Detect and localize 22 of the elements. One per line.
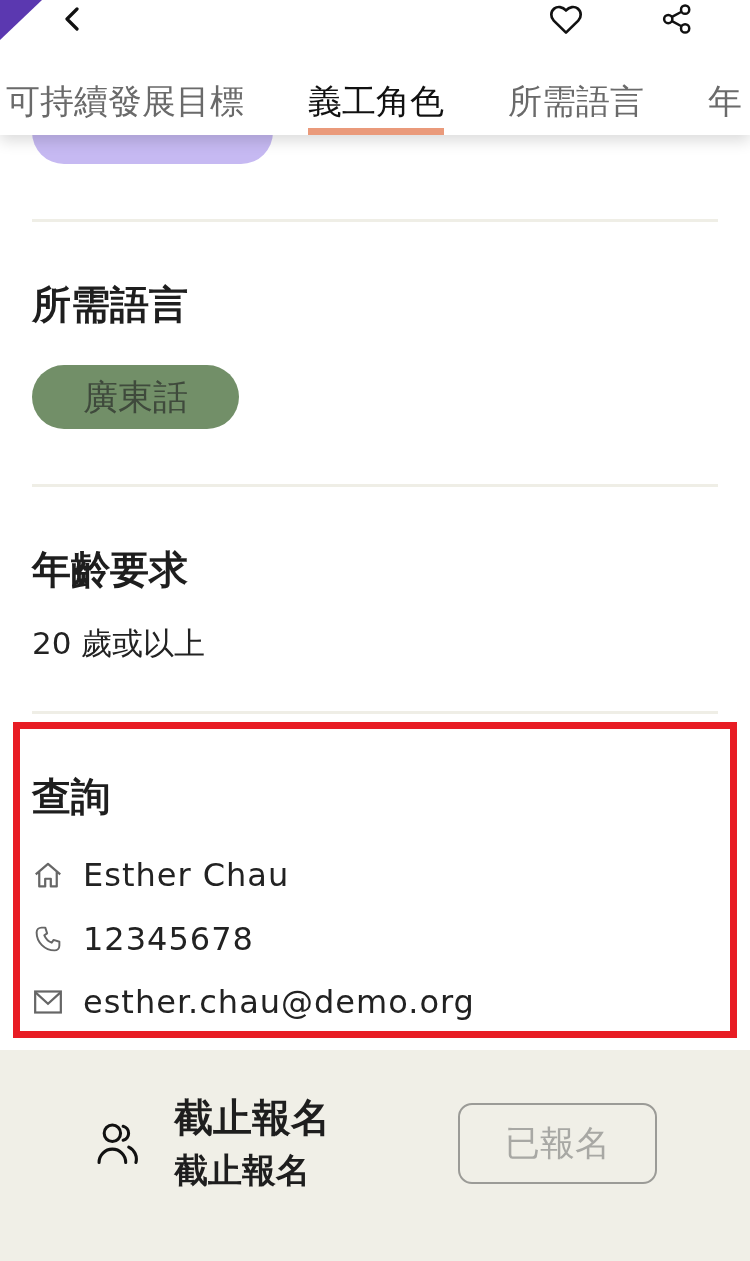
home-icon [34,862,62,888]
users-icon [97,1123,138,1164]
status-title: 截止報名 [174,1093,330,1142]
tag-chip: 廣東話 [32,365,239,429]
section-heading: 所需語言 [32,281,189,329]
tab[interactable]: 可持續發展目標 [6,50,244,135]
heart-icon[interactable] [549,3,583,35]
back-icon[interactable] [64,7,80,31]
status-subtitle: 截止報名 [174,1148,311,1192]
tab[interactable]: 年 [708,50,742,135]
section-heading: 年齡要求 [32,546,189,594]
contact-email: esther.chau@demo.org [83,982,475,1023]
tab[interactable]: 義工角色 [308,50,444,135]
section-heading: 查詢 [32,773,111,821]
share-icon[interactable] [662,4,692,34]
corner-ribbon-drawing [0,0,42,40]
mail-icon [34,989,62,1015]
contact-name: Esther Chau [83,855,290,896]
phone-icon [34,925,62,952]
tab[interactable]: 所需語言 [508,50,644,135]
contact-phone: 12345678 [83,918,254,960]
age-requirement-text: 20 歲或以上 [32,624,207,663]
